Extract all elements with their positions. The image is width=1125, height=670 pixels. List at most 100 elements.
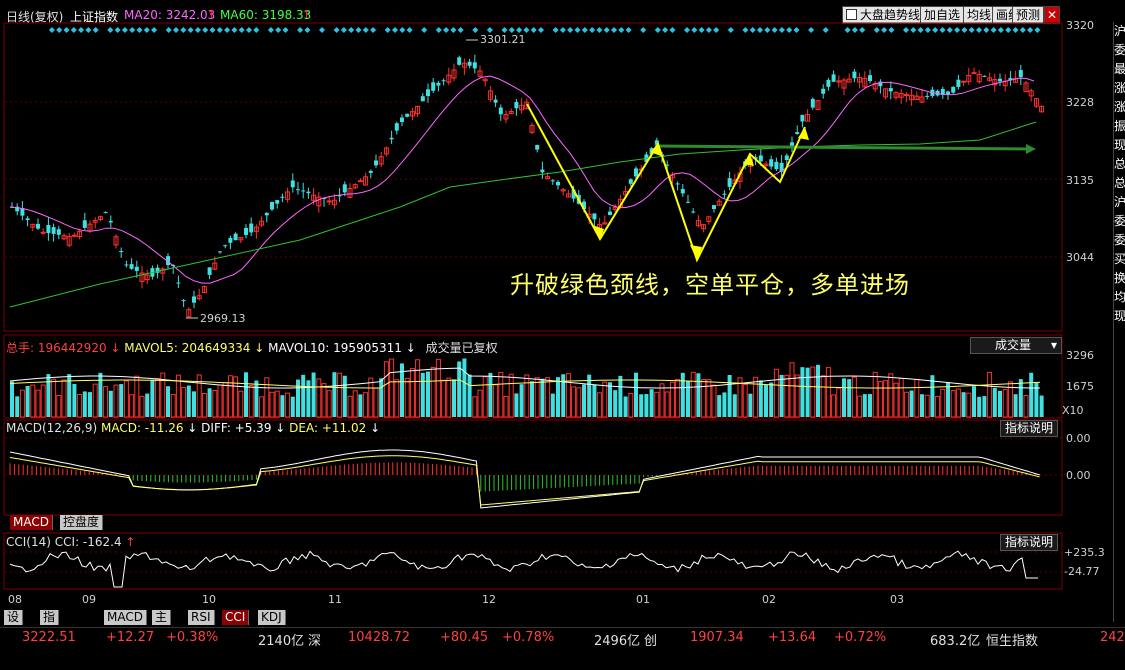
price-axis-label: 3135 — [1066, 174, 1094, 187]
volume-bar — [977, 396, 982, 417]
volume-bar — [659, 383, 665, 418]
macd-help-button[interactable]: 指标说明 — [1000, 420, 1059, 437]
signal-marker-icon — [727, 27, 734, 33]
candle-body — [925, 95, 930, 97]
candle-body — [233, 233, 238, 241]
signal-marker-icon — [151, 27, 158, 33]
candle-body — [368, 170, 373, 173]
signal-marker-icon — [216, 27, 223, 33]
side-panel-label: 委 — [1114, 43, 1125, 57]
hs-price: 242 — [1100, 630, 1125, 645]
candle-body — [821, 88, 826, 94]
side-panel-label: 委 — [1114, 233, 1125, 247]
candle-body — [784, 155, 789, 160]
high-price-label: 3301.21 — [480, 33, 526, 46]
side-panel-label: 涨 — [1114, 81, 1125, 95]
tab-main-force[interactable]: 主力 — [152, 610, 172, 639]
x-axis-label: 08 — [8, 593, 22, 606]
cci-axis-label: -24.77 — [1064, 565, 1100, 578]
side-panel-label: 振 — [1114, 119, 1125, 133]
volume-bar — [519, 384, 524, 417]
signal-marker-icon — [990, 27, 997, 33]
signal-marker-icon — [844, 27, 851, 33]
volume-bar — [701, 378, 707, 418]
signal-marker-icon — [202, 27, 209, 33]
tab-kdj[interactable]: KDJ — [258, 610, 286, 625]
volume-bar — [883, 380, 889, 418]
signal-marker-icon — [107, 27, 114, 33]
volume-bar — [347, 395, 353, 418]
volume-bar — [732, 394, 737, 417]
volume-bar — [35, 389, 41, 418]
candle-body — [301, 190, 306, 192]
dea-value: DEA: +11.02 — [289, 421, 367, 435]
tab-macd-indicator[interactable]: MACD — [104, 610, 147, 625]
volume-bar — [722, 392, 727, 417]
signal-marker-icon — [384, 27, 391, 33]
cy-change: +13.64 — [768, 630, 817, 645]
volume-bar — [25, 385, 30, 417]
candle-body — [71, 234, 77, 237]
candle-body — [774, 161, 779, 170]
volume-bar — [113, 384, 119, 418]
tab-settings[interactable]: 设置 — [4, 610, 24, 639]
cci-help-button[interactable]: 指标说明 — [1000, 534, 1059, 551]
volume-bar — [545, 377, 551, 418]
volume-bar — [639, 394, 644, 417]
volume-bar — [618, 375, 623, 417]
volume-bar — [10, 381, 14, 417]
signal-marker-icon — [939, 27, 946, 33]
signal-marker-icon — [684, 27, 690, 33]
signal-marker-icon — [778, 27, 785, 33]
tab-indicator-platform[interactable]: 指标平台 — [40, 610, 60, 669]
volume-note: 成交量已复权 — [425, 341, 498, 355]
candle-body — [675, 183, 680, 185]
volume-bar — [457, 361, 462, 417]
tab-rsi[interactable]: RSI — [188, 610, 215, 625]
tab-control[interactable]: 控盘度 — [60, 515, 104, 530]
candle-body — [431, 82, 436, 91]
volume-bar — [332, 372, 337, 417]
candle-body — [124, 264, 129, 266]
signal-marker-icon — [757, 27, 763, 33]
volume-bar — [119, 384, 124, 417]
candle-body — [134, 266, 139, 271]
volume-bar — [903, 391, 909, 418]
candle-body — [103, 212, 108, 214]
volume-bar — [758, 380, 763, 417]
sh-price: 3222.51 — [22, 630, 76, 645]
candle-body — [852, 71, 857, 79]
tab-macd[interactable]: MACD — [10, 515, 53, 530]
candle-body — [270, 201, 274, 210]
volume-bar — [321, 383, 327, 418]
volume-bar — [358, 394, 363, 417]
volume-bar — [602, 381, 608, 418]
volume-bar — [769, 382, 774, 417]
volume-bar — [920, 394, 924, 417]
volume-bar — [201, 393, 207, 418]
volume-bar — [280, 395, 285, 417]
candle-body — [608, 211, 612, 215]
volume-bar — [389, 358, 395, 418]
volume-bar — [592, 384, 597, 417]
sz-volume: 2496亿 — [594, 634, 641, 649]
checkbox-icon[interactable] — [846, 9, 857, 20]
signal-marker-icon — [881, 27, 888, 33]
signal-marker-icon — [662, 27, 669, 33]
volume-bar — [467, 374, 472, 417]
signal-marker-icon — [917, 27, 924, 33]
sz-change: +80.45 — [440, 630, 489, 645]
down-arrow-icon: ↓ — [183, 421, 202, 435]
volume-bar — [379, 378, 384, 417]
x-axis-label: 10 — [202, 593, 216, 606]
signal-marker-icon — [48, 27, 55, 33]
volume-bar — [238, 390, 244, 418]
side-panel-label: 最 — [1114, 62, 1125, 76]
signal-marker-icon — [1012, 27, 1019, 33]
volume-bar — [181, 386, 187, 418]
indicator-select[interactable]: 成交量 ▾ — [970, 337, 1062, 354]
candle-body — [628, 179, 633, 184]
candle-body — [769, 159, 774, 167]
x-axis-label: 11 — [328, 593, 342, 606]
tab-cci[interactable]: CCI — [222, 610, 250, 625]
